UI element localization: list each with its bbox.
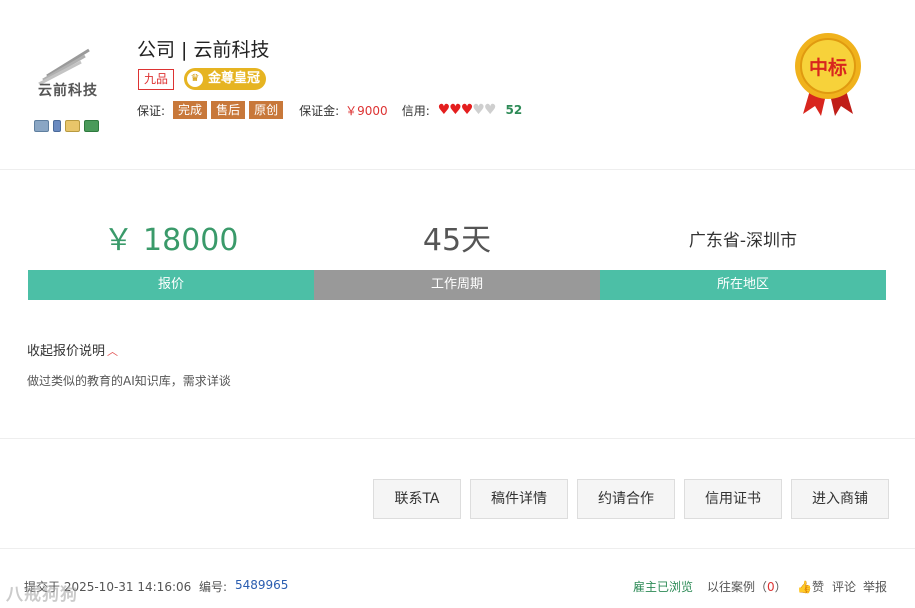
quote-description: 做过类似的教育的AI知识库，需求详谈 [27,374,231,388]
collapse-quote-label: 收起报价说明 [27,344,106,359]
action-buttons: 联系TA 稿件详情 约请合作 信用证书 进入商铺 [373,479,889,519]
chevron-up-icon: ︿ [107,345,119,358]
deposit-label: 保证金: [299,103,340,118]
company-logo-text: 云前科技 [38,83,98,99]
divider [0,438,915,439]
credit-label: 信用: [401,103,430,118]
period-value: 45天 [422,223,492,258]
bank-card-icon [84,120,99,132]
report-button[interactable]: 举报 [863,578,887,595]
thumbs-up-icon: 👍 [797,580,812,594]
phone-icon [53,120,61,132]
like-button[interactable]: 👍赞 [797,578,824,595]
deposit-value: ￥9000 [345,103,388,118]
guarantee-row: 保证: 完成 售后 原创 保证金: ￥9000 信用: ♥♥♥♥♥ 52 [137,101,522,119]
contact-button[interactable]: 联系TA [373,479,461,519]
bid-number-value: 5489965 [235,578,289,592]
company-title[interactable]: 公司 | 云前科技 [137,35,269,62]
level-badge: 九品 [138,69,175,90]
id-card-icon [34,120,49,132]
invite-cooperation-button[interactable]: 约请合作 [577,479,675,519]
heart-icon: ♥ [449,102,462,118]
region-value: 广东省-深圳市 [688,231,798,251]
guarantee-tag-original: 原创 [249,101,284,119]
like-label: 赞 [811,580,824,594]
price-value: ￥ 18000 [103,223,239,258]
crown-icon: ♛ [187,71,203,87]
medal-text: 中标 [809,56,847,79]
comment-button[interactable]: 评论 [832,578,856,595]
divider [0,548,915,549]
heart-icon: ♥ [437,102,451,118]
collapse-quote-toggle[interactable]: 收起报价说明 ︿ [27,340,118,359]
contact-icons [34,120,99,132]
guarantee-label: 保证: [137,103,166,118]
credit-score: 52 [505,103,523,117]
region-label: 所在地区 [600,270,886,300]
past-cases-label: 以往案例 [707,580,756,594]
guarantee-tag-aftersales: 售后 [211,101,246,119]
price-label: 报价 [28,270,314,300]
past-cases-count: 0 [767,580,775,594]
heart-icon: ♥ [483,102,497,118]
draft-details-button[interactable]: 稿件详情 [470,479,568,519]
guarantee-tag-complete: 完成 [173,101,208,119]
period-label: 工作周期 [314,270,600,300]
employer-viewed-status: 雇主已浏览 [633,580,694,594]
mail-icon [65,120,80,132]
watermark: 八戒狗狗 [6,585,78,605]
heart-icon: ♥ [460,102,474,118]
past-cases-link[interactable]: 以往案例（0） [707,578,787,595]
bid-number-label: 编号: [199,580,228,594]
crown-badge-label: 金尊皇冠 [208,71,261,86]
credit-certificate-button[interactable]: 信用证书 [684,479,782,519]
credit-hearts: ♥♥♥♥♥ [437,102,497,118]
crown-badge: ♛ 金尊皇冠 [184,68,267,90]
heart-icon: ♥ [472,102,485,118]
winning-bid-medal-icon: 中标 [795,33,861,116]
enter-store-button[interactable]: 进入商铺 [791,479,889,519]
bid-header: 云前科技 公司 | 云前科技 九品 ♛ 金尊皇冠 保证: 完成 售后 原创 保证… [0,0,915,170]
bid-footer: 提交于 2025-10-31 14:16:06 编号: 5489965 雇主已浏… [0,575,915,597]
